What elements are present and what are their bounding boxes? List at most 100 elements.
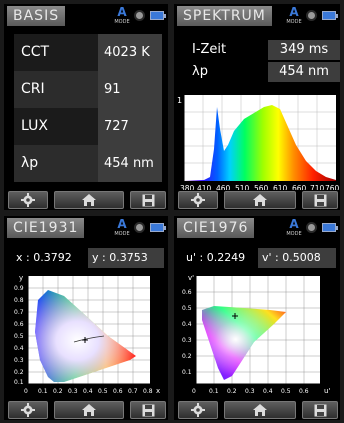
- save-icon: [314, 404, 326, 416]
- y-tick-label: 0.6: [14, 321, 24, 328]
- settings-button[interactable]: [8, 401, 48, 419]
- x-tick-label: 0.2: [53, 388, 63, 395]
- home-icon: [253, 194, 267, 206]
- x-tick-label: 0.8: [143, 388, 153, 395]
- panel-footer: [4, 190, 168, 210]
- y-tick-label: 0.2: [182, 353, 192, 360]
- mode-icon[interactable]: A MODE: [286, 218, 302, 238]
- y-tick-label: 0.1: [14, 379, 24, 386]
- home-button[interactable]: [54, 191, 124, 209]
- home-icon: [253, 404, 267, 416]
- x-tick-label: 0.3: [245, 388, 255, 395]
- x-tick-label: 0.2: [227, 388, 237, 395]
- record-dot-icon[interactable]: [134, 222, 145, 233]
- lux-value: 727: [98, 108, 162, 145]
- battery-icon: [322, 223, 338, 232]
- home-icon: [82, 404, 96, 416]
- gear-icon: [21, 193, 35, 207]
- y-tick-label: 0.5: [182, 305, 192, 312]
- x-tick-label: 0.1: [38, 388, 48, 395]
- axis-x-label: x: [156, 387, 160, 395]
- v-value: v' : 0.5008: [258, 248, 336, 268]
- y-value: y : 0.3753: [88, 248, 164, 268]
- save-button[interactable]: [130, 191, 166, 209]
- panel-header: BASIS A MODE: [4, 4, 168, 28]
- home-button[interactable]: [224, 191, 296, 209]
- y-tick-label: 0.8: [14, 297, 24, 304]
- chromaticity-readout: u' : 0.2249 v' : 0.5008: [182, 248, 336, 268]
- mode-icon[interactable]: A MODE: [114, 6, 130, 26]
- y-tick-labels: 0.9 0.8 0.7 0.6 0.5 0.4 0.3 0.2 0.1 0: [14, 285, 28, 395]
- axis-v-label: v': [188, 274, 194, 282]
- battery-icon: [150, 223, 166, 232]
- integration-time-label: I-Zeit: [192, 42, 227, 57]
- y-tick-label: 0: [24, 388, 28, 395]
- peak-wavelength-label: λp: [14, 145, 98, 182]
- cct-label: CCT: [14, 34, 98, 71]
- x-tick-label: 0.5: [281, 388, 291, 395]
- home-button[interactable]: [224, 401, 296, 419]
- y-tick-label: 0.6: [182, 289, 192, 296]
- battery-icon: [322, 11, 338, 20]
- panel-footer: [174, 400, 340, 420]
- panel-title: BASIS: [7, 6, 66, 26]
- record-dot-icon[interactable]: [306, 10, 317, 21]
- panel-header: CIE1976 A MODE: [174, 216, 340, 240]
- axis-y-label: y: [19, 274, 23, 282]
- x-tick-label: 0.1: [209, 388, 219, 395]
- save-button[interactable]: [302, 191, 338, 209]
- y-tick-label: 0.2: [14, 369, 24, 376]
- spectrum-chart: 1 380 410 460 510 560 610 660 710 760: [177, 95, 340, 193]
- y-tick-label: 0.3: [14, 357, 24, 364]
- settings-button[interactable]: [8, 191, 48, 209]
- y-tick-label: 0.5: [14, 333, 24, 340]
- x-tick-label: 0.6: [113, 388, 123, 395]
- save-button[interactable]: [130, 401, 166, 419]
- gear-icon: [191, 193, 205, 207]
- settings-button[interactable]: [178, 401, 218, 419]
- peak-wavelength-label: λp: [192, 64, 208, 79]
- y-tick-label: 0.9: [14, 285, 24, 292]
- panel-footer: [4, 400, 168, 420]
- integration-time-value: 349 ms: [268, 40, 340, 60]
- gear-icon: [21, 403, 35, 417]
- y-tick-label: 0.7: [14, 309, 24, 316]
- panel-footer: [174, 190, 340, 210]
- panel-title: SPEKTRUM: [177, 6, 272, 26]
- battery-icon: [150, 11, 166, 20]
- y-tick-labels: 0.6 0.5 0.4 0.3 0.2 0.1 0: [182, 289, 196, 395]
- y-tick-label: 0.4: [182, 321, 192, 328]
- settings-button[interactable]: [178, 191, 218, 209]
- save-button[interactable]: [302, 401, 338, 419]
- mode-icon[interactable]: A MODE: [114, 218, 130, 238]
- y-tick-label: 1: [177, 96, 182, 105]
- save-icon: [142, 404, 154, 416]
- record-dot-icon[interactable]: [306, 222, 317, 233]
- y-tick-label: 0: [192, 388, 196, 395]
- x-tick-label: 0.5: [98, 388, 108, 395]
- cie1976-diagram: v' 0.6 0.5 0.4 0.3 0.2 0.1 0 0.1 0.2 0.3…: [182, 274, 330, 395]
- y-tick-label: 0.4: [14, 345, 24, 352]
- gear-icon: [191, 403, 205, 417]
- peak-wavelength-value: 454 nm: [268, 62, 340, 82]
- cri-value: 91: [98, 71, 162, 108]
- home-icon: [82, 194, 96, 206]
- cie1931-panel: CIE1931 A MODE x : 0.3792 y : 0.3753 y 0…: [4, 216, 168, 420]
- peak-wavelength-value: 454 nm: [98, 145, 162, 182]
- cri-label: CRI: [14, 71, 98, 108]
- x-tick-label: 0.4: [83, 388, 93, 395]
- lux-label: LUX: [14, 108, 98, 145]
- y-tick-label: 0.1: [182, 369, 192, 376]
- panel-title: CIE1976: [177, 218, 255, 238]
- basis-panel: BASIS A MODE CCT 4023 K CRI 91 LUX 727 λp…: [4, 4, 168, 210]
- panel-header: CIE1931 A MODE: [4, 216, 168, 240]
- y-tick-label: 0.3: [182, 337, 192, 344]
- record-dot-icon[interactable]: [134, 10, 145, 21]
- panel-header: SPEKTRUM A MODE: [174, 4, 340, 28]
- panel-title: CIE1931: [7, 218, 85, 238]
- x-tick-labels: 0.1 0.2 0.3 0.4 0.5 0.6 0.7 0.8: [38, 388, 153, 395]
- spektrum-panel: SPEKTRUM AMODE I-Zeit 349 ms λp 454 nm: [174, 4, 340, 210]
- mode-icon[interactable]: A MODE: [286, 6, 302, 26]
- home-button[interactable]: [54, 401, 124, 419]
- save-icon: [314, 194, 326, 206]
